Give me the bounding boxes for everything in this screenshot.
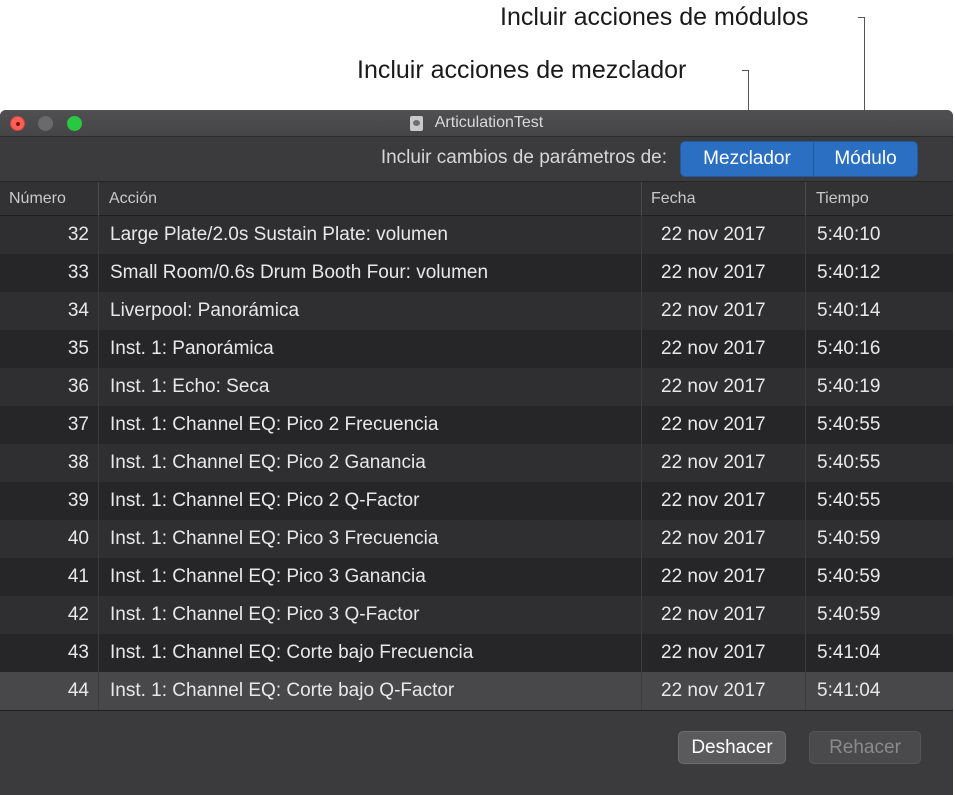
cell-action: Inst. 1: Channel EQ: Pico 2 Frecuencia [98,406,638,444]
parameter-source-segmented-control: Mezclador Módulo [680,141,918,177]
table-header: Número Acción Fecha Tiempo [0,181,953,217]
cell-time: 5:40:14 [805,292,953,330]
table-row[interactable]: 33 Small Room/0.6s Drum Booth Four: volum… [0,254,953,292]
cell-action: Inst. 1: Echo: Seca [98,368,638,406]
cell-number: 34 [67,300,89,321]
cell-number: 32 [67,224,89,245]
table-row[interactable]: 44 Inst. 1: Channel EQ: Corte bajo Q-Fact… [0,672,953,710]
table-row[interactable]: 43 Inst. 1: Channel EQ: Corte bajo Frecue… [0,634,953,672]
window-title: ArticulationTest [434,114,544,131]
cell-action: Inst. 1: Channel EQ: Pico 3 Ganancia [98,558,638,596]
title-wrap: ArticulationTest [0,110,953,136]
cell-action: Inst. 1: Channel EQ: Pico 3 Frecuencia [98,520,638,558]
cell-date: 22 nov 2017 [641,672,805,710]
cell-action: Inst. 1: Channel EQ: Pico 2 Q-Factor [98,482,638,520]
cell-time: 5:40:16 [805,330,953,368]
cell-date: 22 nov 2017 [641,254,805,292]
segment-mixer-button[interactable]: Mezclador [681,142,814,176]
cell-date: 22 nov 2017 [641,520,805,558]
cell-number: 35 [67,338,89,359]
toolbar: Incluir cambios de parámetros de: Mezcla… [0,137,953,181]
cell-date: 22 nov 2017 [641,368,805,406]
cell-time: 5:40:55 [805,406,953,444]
cell-time: 5:40:19 [805,368,953,406]
cell-time: 5:41:04 [805,634,953,672]
cell-action: Small Room/0.6s Drum Booth Four: volumen [98,254,638,292]
cell-date: 22 nov 2017 [641,292,805,330]
cell-number: 37 [67,414,89,435]
undo-history-table: Número Acción Fecha Tiempo 32 Large Plate… [0,181,953,710]
callout-plugins-label: Incluir acciones de módulos [500,3,809,31]
segment-plugin-button[interactable]: Módulo [814,142,917,176]
column-header-action[interactable]: Acción [98,182,641,217]
cell-date: 22 nov 2017 [641,634,805,672]
cell-date: 22 nov 2017 [641,558,805,596]
cell-date: 22 nov 2017 [641,330,805,368]
cell-time: 5:41:04 [805,672,953,710]
cell-action: Inst. 1: Channel EQ: Corte bajo Q-Factor [98,672,638,710]
redo-button[interactable]: Rehacer [809,731,921,764]
title-bar[interactable]: ArticulationTest [0,110,953,137]
cell-number: 41 [67,566,89,587]
table-row[interactable]: 34 Liverpool: Panorámica 22 nov 2017 5:40:1… [0,292,953,330]
include-parameter-changes-label: Incluir cambios de parámetros de: [380,147,667,168]
cell-time: 5:40:59 [805,558,953,596]
bottom-bar: Deshacer Rehacer [0,710,953,795]
cell-date: 22 nov 2017 [641,596,805,634]
cell-time: 5:40:55 [805,482,953,520]
cell-time: 5:40:55 [805,444,953,482]
cell-number: 33 [67,262,89,283]
cell-action: Inst. 1: Channel EQ: Pico 2 Ganancia [98,444,638,482]
cell-action: Liverpool: Panorámica [98,292,638,330]
cell-time: 5:40:59 [805,596,953,634]
table-row[interactable]: 42 Inst. 1: Channel EQ: Pico 3 Q-Factor 22… [0,596,953,634]
document-icon [409,115,423,131]
cell-number: 38 [67,452,89,473]
cell-action: Inst. 1: Panorámica [98,330,638,368]
column-header-number[interactable]: Número [0,182,98,217]
cell-action: Large Plate/2.0s Sustain Plate: volumen [98,216,638,254]
table-row[interactable]: 37 Inst. 1: Channel EQ: Pico 2 Frecuencia… [0,406,953,444]
cell-date: 22 nov 2017 [641,482,805,520]
cell-number: 44 [67,680,89,701]
cell-number: 40 [67,528,89,549]
cell-action: Inst. 1: Channel EQ: Pico 3 Q-Factor [98,596,638,634]
cell-time: 5:40:12 [805,254,953,292]
screenshot-stage: Incluir acciones de módulos Incluir acci… [0,0,955,795]
table-row[interactable]: 41 Inst. 1: Channel EQ: Pico 3 Ganancia 22… [0,558,953,596]
callout-mixer-label: Incluir acciones de mezclador [357,56,687,84]
cell-date: 22 nov 2017 [641,216,805,254]
cell-number: 39 [67,490,89,511]
table-row[interactable]: 35 Inst. 1: Panorámica 22 nov 2017 5:40:16 [0,330,953,368]
cell-number: 42 [67,604,89,625]
undo-history-window: ArticulationTest Incluir cambios de pará… [0,110,953,795]
table-row[interactable]: 36 Inst. 1: Echo: Seca 22 nov 2017 5:40:19 [0,368,953,406]
cell-number: 36 [67,376,89,397]
column-header-time[interactable]: Tiempo [805,182,953,217]
column-header-date[interactable]: Fecha [641,182,805,217]
cell-action: Inst. 1: Channel EQ: Corte bajo Frecuenc… [98,634,638,672]
undo-button[interactable]: Deshacer [678,731,786,764]
cell-date: 22 nov 2017 [641,444,805,482]
cell-time: 5:40:59 [805,520,953,558]
cell-time: 5:40:10 [805,216,953,254]
table-row[interactable]: 40 Inst. 1: Channel EQ: Pico 3 Frecuencia… [0,520,953,558]
table-row[interactable]: 38 Inst. 1: Channel EQ: Pico 2 Ganancia 22… [0,444,953,482]
cell-number: 43 [67,642,89,663]
cell-date: 22 nov 2017 [641,406,805,444]
table-row[interactable]: 32 Large Plate/2.0s Sustain Plate: volume… [0,216,953,254]
table-row[interactable]: 39 Inst. 1: Channel EQ: Pico 2 Q-Factor 22… [0,482,953,520]
